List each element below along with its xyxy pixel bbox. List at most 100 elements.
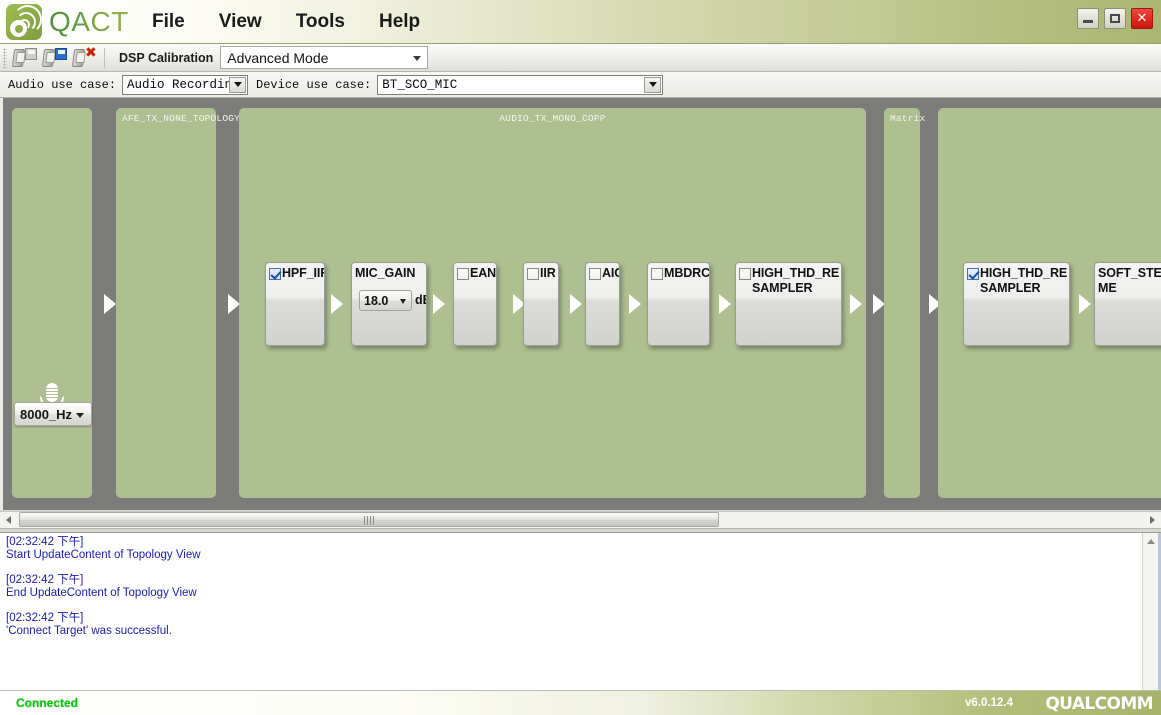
module-checkbox-eans[interactable] bbox=[457, 268, 469, 280]
module-block-soft-stepping[interactable]: SOFT_STE ME bbox=[1094, 262, 1161, 346]
maximize-icon bbox=[1110, 14, 1120, 23]
module-label-iir: IIR bbox=[540, 266, 556, 280]
log-entry-timestamp: [02:32:42 下午] bbox=[6, 612, 84, 624]
module-checkbox-mbdrc[interactable] bbox=[651, 268, 663, 280]
module-label-high-thd-resampler-2: HIGH_THD_RE SAMPLER bbox=[980, 266, 1068, 295]
device-use-case-value: BT_SCO_MIC bbox=[382, 77, 458, 92]
menu-bar: File View Tools Help bbox=[148, 8, 424, 36]
scroll-left-button[interactable] bbox=[0, 512, 17, 528]
module-checkbox-aig[interactable] bbox=[589, 268, 601, 280]
mic-gain-value: 18.0 bbox=[364, 293, 389, 308]
flow-arrow-icon bbox=[433, 294, 445, 314]
module-block-mbdrc[interactable]: MBDRC bbox=[647, 262, 710, 346]
mic-gain-combo[interactable]: 18.0 bbox=[359, 290, 412, 311]
audio-use-case-combo[interactable]: Audio Recording bbox=[122, 74, 249, 95]
log-spacer bbox=[2, 562, 1142, 574]
flow-arrow-icon bbox=[629, 294, 641, 314]
sample-rate-value: 8000_Hz bbox=[20, 406, 73, 422]
topology-canvas[interactable]: 8000_Hz AFE_TX_NONE_TOPOLOGY AUDIO_TX_MO… bbox=[0, 98, 1161, 510]
log-entry-message: Start UpdateContent of Topology View bbox=[6, 549, 201, 561]
log-vertical-scrollbar[interactable] bbox=[1142, 533, 1158, 691]
menu-item-tools[interactable]: Tools bbox=[292, 10, 349, 34]
device-use-case-dropdown-button[interactable] bbox=[644, 76, 662, 93]
module-block-aig[interactable]: AIG bbox=[585, 262, 620, 346]
module-checkbox-high-thd-resampler-1[interactable] bbox=[739, 268, 751, 280]
log-entry-message: End UpdateContent of Topology View bbox=[6, 587, 197, 599]
save-device-config-icon[interactable] bbox=[41, 47, 67, 69]
module-label-mic-gain: MIC_GAIN bbox=[355, 266, 416, 280]
module-block-iir[interactable]: IIR bbox=[523, 262, 559, 346]
module-block-high-thd-resampler-1[interactable]: HIGH_THD_RE SAMPLER bbox=[735, 262, 842, 346]
matrix-panel-title: Matrix bbox=[890, 113, 926, 124]
mode-combo[interactable]: Advanced Mode bbox=[220, 46, 429, 69]
flow-arrow-icon bbox=[104, 294, 116, 314]
menu-item-view[interactable]: View bbox=[215, 10, 266, 34]
close-device-config-icon[interactable]: ✖ bbox=[71, 46, 97, 69]
chevron-down-icon bbox=[400, 299, 406, 304]
log-content[interactable]: [02:32:42 下午] Start UpdateContent of Top… bbox=[2, 536, 1142, 688]
app-logo: QACT bbox=[6, 3, 136, 41]
module-block-high-thd-resampler-2[interactable]: HIGH_THD_RE SAMPLER bbox=[963, 262, 1070, 346]
module-checkbox-high-thd-resampler-2[interactable] bbox=[967, 268, 979, 280]
title-bar: QACT File View Tools Help ✕ bbox=[0, 0, 1161, 44]
audio-use-case-dropdown-button[interactable] bbox=[229, 76, 247, 93]
device-use-case-label: Device use case: bbox=[256, 77, 372, 92]
version-label: v6.0.12.4 bbox=[965, 697, 1013, 709]
module-label-eans: EANS bbox=[470, 266, 497, 280]
menu-item-file[interactable]: File bbox=[148, 10, 189, 34]
canvas-left-edge bbox=[0, 98, 3, 510]
qualcomm-brand-logo: QUALCOMM bbox=[1045, 694, 1153, 714]
flow-arrow-icon bbox=[719, 294, 731, 314]
chevron-down-icon bbox=[233, 82, 242, 87]
log-entry-timestamp: [02:32:42 下午] bbox=[6, 574, 84, 586]
scrollbar-track[interactable] bbox=[17, 512, 1144, 528]
module-checkbox-iir[interactable] bbox=[527, 268, 539, 280]
module-block-eans[interactable]: EANS bbox=[453, 262, 497, 346]
mode-combo-value: Advanced Mode bbox=[227, 49, 329, 66]
module-label-mbdrc: MBDRC bbox=[664, 266, 710, 280]
log-entry-message: 'Connect Target' was successful. bbox=[6, 625, 172, 637]
close-button[interactable]: ✕ bbox=[1131, 8, 1153, 29]
module-label-aig: AIG bbox=[602, 266, 619, 280]
chevron-right-icon bbox=[1150, 516, 1155, 524]
module-block-mic-gain[interactable]: MIC_GAIN 18.0 dB bbox=[351, 262, 427, 346]
maximize-button[interactable] bbox=[1104, 8, 1126, 29]
qact-application-window: QACT File View Tools Help ✕ ✖ DSP Calibr… bbox=[0, 0, 1161, 715]
flow-arrow-icon bbox=[1079, 294, 1091, 314]
device-use-case-combo[interactable]: BT_SCO_MIC bbox=[377, 74, 664, 95]
flow-arrow-icon bbox=[850, 294, 862, 314]
afe-panel-title: AFE_TX_NONE_TOPOLOGY bbox=[122, 113, 241, 124]
minimize-button[interactable] bbox=[1077, 8, 1099, 29]
chevron-down-icon bbox=[76, 413, 84, 418]
flow-arrow-icon bbox=[570, 294, 582, 314]
scrollbar-grip-icon bbox=[364, 516, 374, 525]
audio-use-case-value: Audio Recording bbox=[127, 77, 240, 92]
open-device-config-icon[interactable] bbox=[11, 47, 37, 69]
matrix-panel: Matrix bbox=[884, 108, 926, 498]
log-entry-timestamp: [02:32:42 下午] bbox=[6, 536, 84, 548]
topology-horizontal-scrollbar[interactable] bbox=[0, 511, 1161, 529]
chevron-up-icon bbox=[1147, 538, 1155, 544]
chevron-left-icon bbox=[6, 516, 11, 524]
audio-use-case-label: Audio use case: bbox=[8, 77, 117, 92]
copp-panel-title: AUDIO_TX_MONO_COPP bbox=[499, 113, 606, 124]
module-label-soft-stepping: SOFT_STE ME bbox=[1098, 266, 1161, 295]
app-name-label: QACT bbox=[49, 6, 129, 37]
log-panel: [02:32:42 下午] Start UpdateContent of Top… bbox=[0, 532, 1161, 691]
chevron-down-icon bbox=[413, 56, 422, 61]
log-spacer bbox=[2, 600, 1142, 612]
scroll-right-button[interactable] bbox=[1144, 512, 1161, 528]
qact-gear-signal-logo-icon bbox=[6, 4, 42, 40]
scrollbar-thumb[interactable] bbox=[19, 512, 719, 527]
module-block-hpf-iir[interactable]: HPF_IIR bbox=[265, 262, 325, 346]
menu-item-help[interactable]: Help bbox=[375, 10, 424, 34]
module-label-high-thd-resampler-1: HIGH_THD_RE SAMPLER bbox=[752, 266, 840, 295]
afe-panel: AFE_TX_NONE_TOPOLOGY bbox=[116, 108, 241, 498]
status-bar: Connected v6.0.12.4 QUALCOMM bbox=[0, 690, 1161, 715]
module-checkbox-hpf-iir[interactable] bbox=[269, 268, 281, 280]
dsp-calibration-label: DSP Calibration bbox=[119, 50, 214, 65]
toolbar: ✖ DSP Calibration Advanced Mode bbox=[0, 44, 1161, 72]
toolbar-grip[interactable] bbox=[3, 47, 7, 68]
scroll-up-button[interactable] bbox=[1143, 533, 1159, 549]
sample-rate-combo[interactable]: 8000_Hz bbox=[14, 402, 92, 426]
